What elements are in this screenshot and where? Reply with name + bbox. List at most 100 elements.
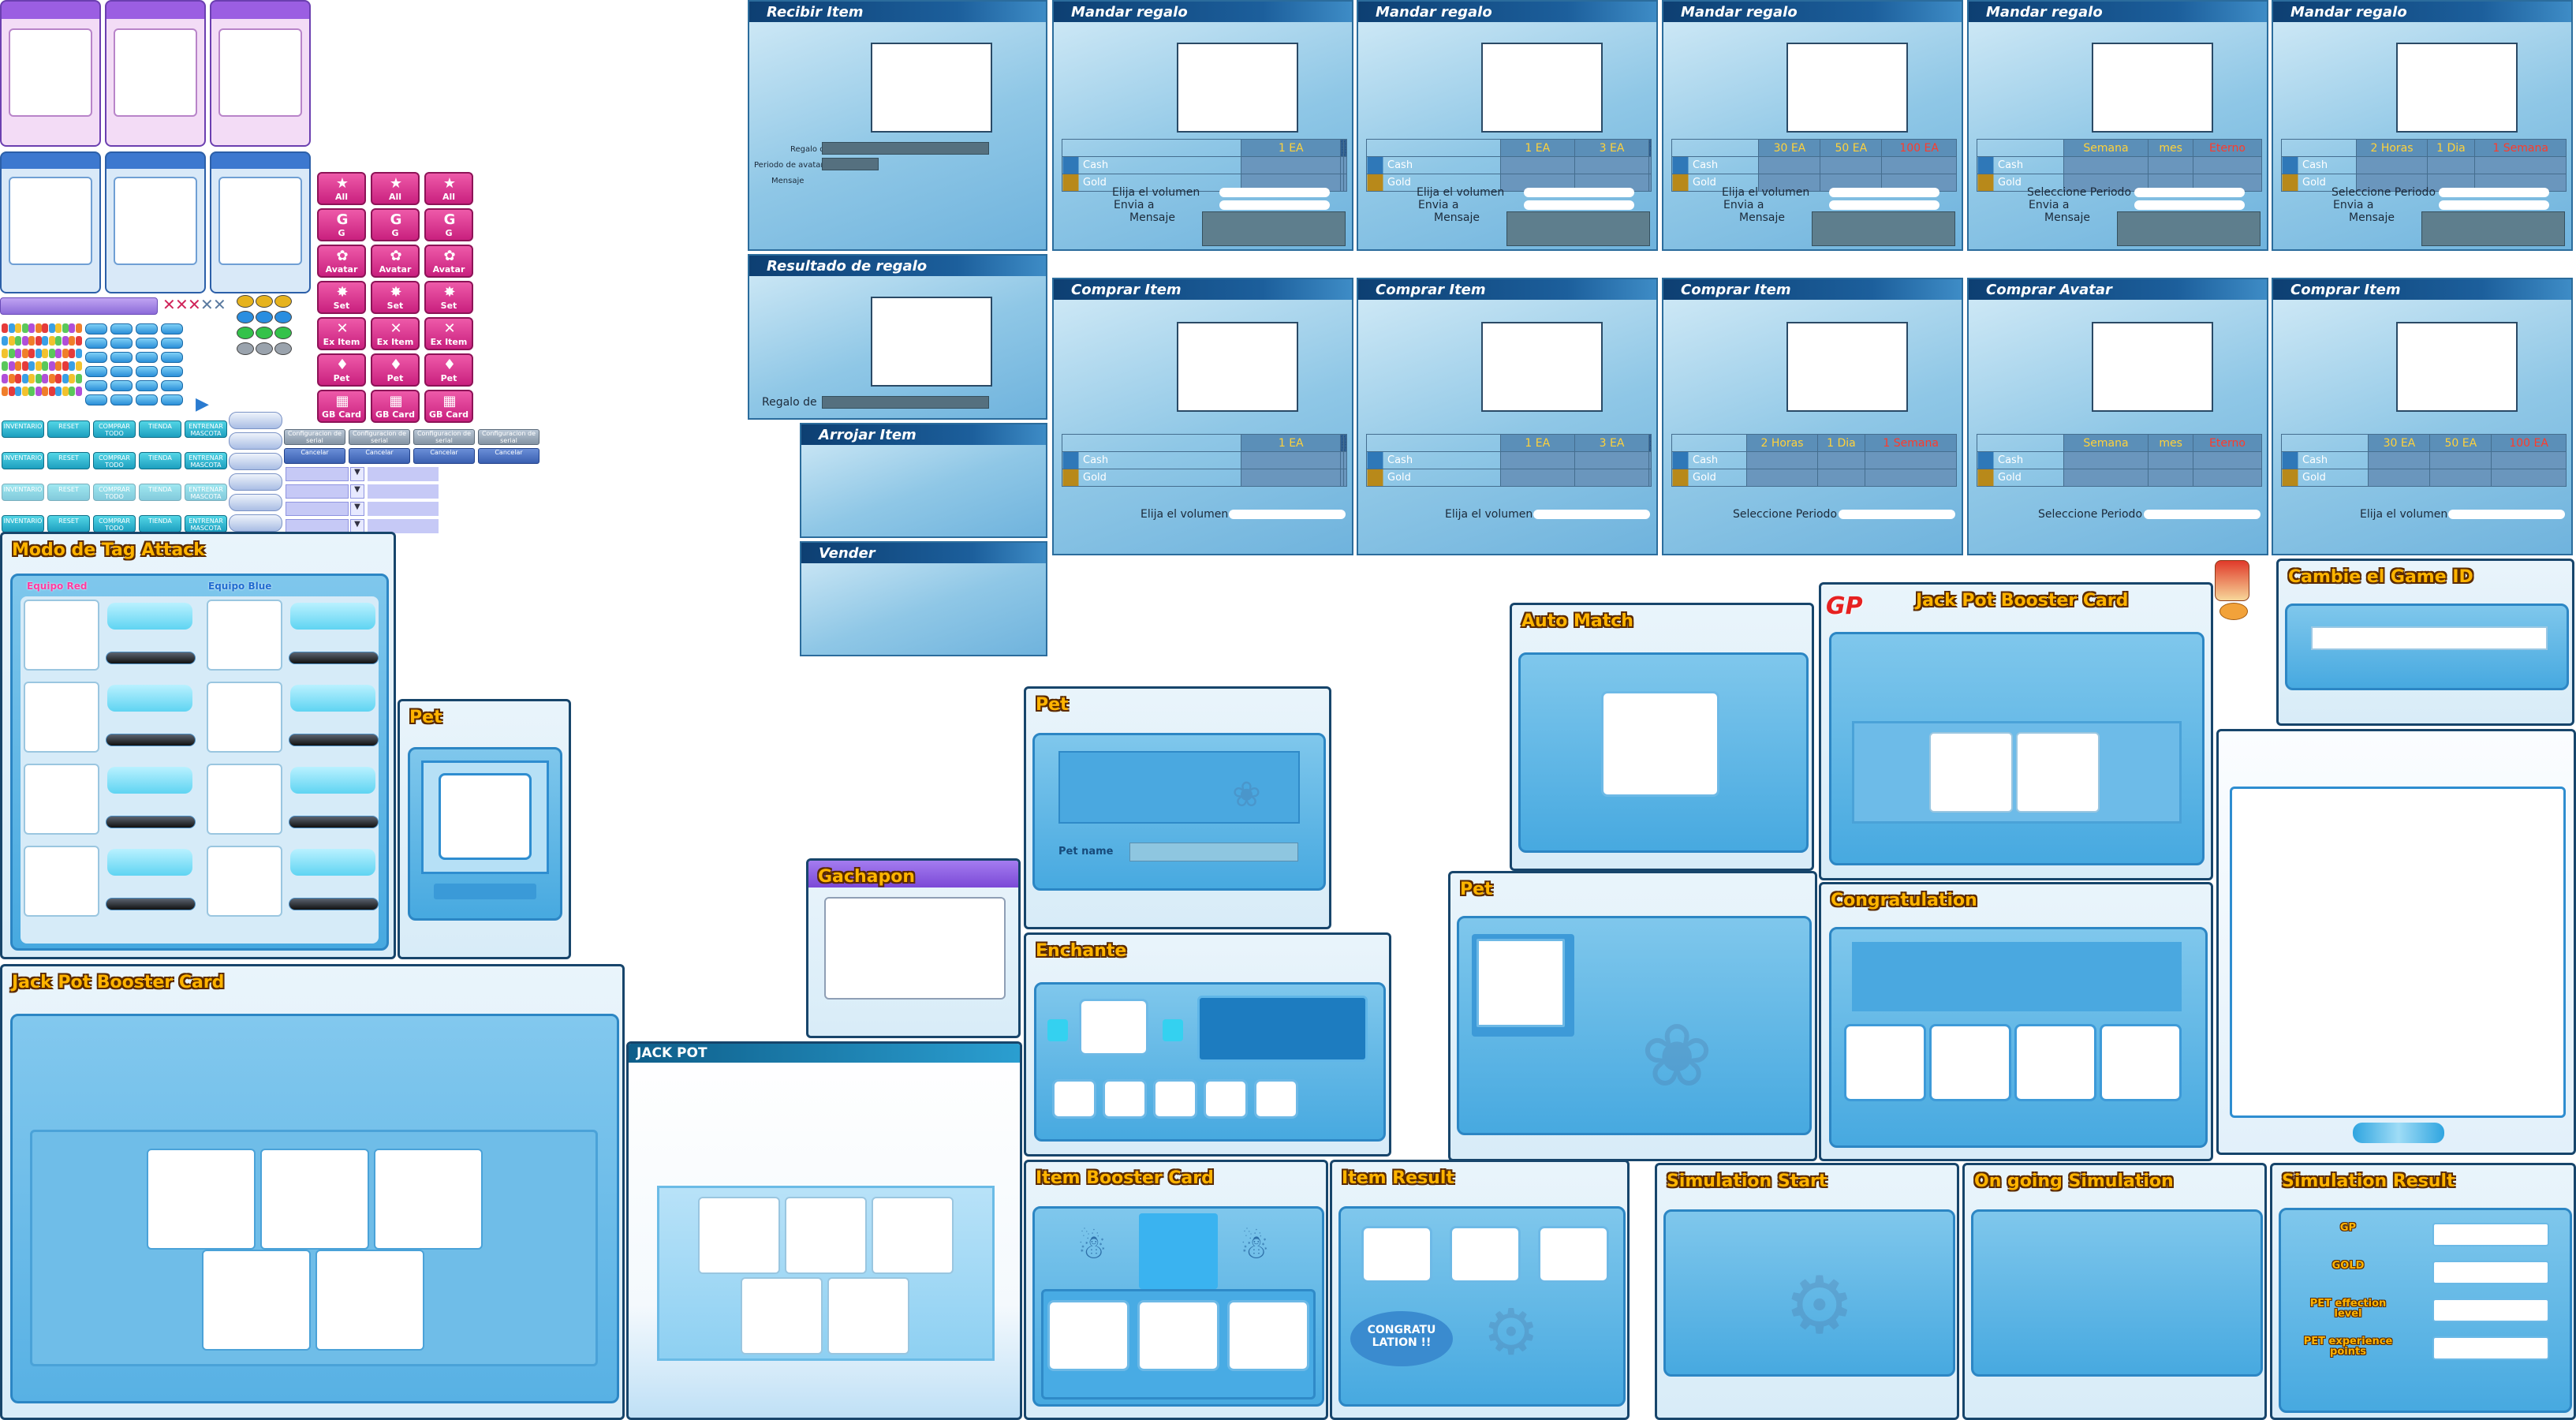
tab-button[interactable]: INVENTARIO <box>2 420 44 438</box>
price-cell[interactable] <box>1343 469 1347 487</box>
period-option[interactable]: 1 Dia <box>2426 139 2476 157</box>
tab-button[interactable]: INVENTARIO <box>2 515 44 532</box>
price-cell[interactable] <box>2474 156 2567 174</box>
period-option[interactable]: 1 EA <box>1241 139 1342 157</box>
tab-button[interactable]: COMPRAR TODO <box>93 452 136 469</box>
period-option[interactable]: 1 EA <box>1499 434 1575 452</box>
toggle-button[interactable] <box>85 323 107 334</box>
tab-button[interactable]: TIENDA <box>139 452 181 469</box>
price-cell[interactable] <box>1241 156 1342 174</box>
price-grid[interactable]: 2 Horas 1 Dia 1 Semana Cash Gold <box>2280 139 2567 192</box>
price-grid[interactable]: 1 EA Cash Gold <box>1061 434 1347 487</box>
filter-button-all[interactable]: ★ All <box>317 172 366 205</box>
booster-card-slot[interactable] <box>315 1250 424 1351</box>
price-cell[interactable] <box>1865 469 1957 487</box>
booster-card-slot[interactable] <box>2016 732 2100 813</box>
price-cell[interactable] <box>2148 469 2194 487</box>
price-cell[interactable] <box>1343 174 1347 192</box>
pet-name-input[interactable] <box>1129 843 1298 861</box>
period-option[interactable]: 3 EA <box>1574 434 1650 452</box>
price-cell[interactable] <box>2193 469 2262 487</box>
dropdown-field[interactable] <box>286 467 349 481</box>
filter-button-g[interactable]: GG <box>424 208 473 241</box>
toggle-button[interactable] <box>136 366 158 377</box>
gray-button[interactable]: Configuracion de serial <box>284 429 345 445</box>
player-slot[interactable] <box>24 600 99 671</box>
jackpot-slot[interactable] <box>872 1197 954 1274</box>
period-option[interactable]: 1 Semana <box>1865 434 1957 452</box>
tab-button[interactable]: INVENTARIO <box>2 484 44 501</box>
price-grid[interactable]: 30 EA 50 EA 100 EA Cash Gold <box>1671 139 1957 192</box>
form-input[interactable] <box>2439 200 2549 210</box>
form-input[interactable] <box>1829 200 1939 210</box>
toggle-button[interactable] <box>161 366 183 377</box>
confirm-button[interactable] <box>2353 1123 2444 1143</box>
filter-button-pet[interactable]: ♦ Pet <box>424 353 473 387</box>
price-cell[interactable] <box>1820 156 1883 174</box>
dropdown-field[interactable] <box>286 502 349 516</box>
player-slot[interactable] <box>207 846 282 917</box>
filter-button-pet[interactable]: ♦ Pet <box>317 353 366 387</box>
jackpot-slot[interactable] <box>827 1277 909 1355</box>
price-cell[interactable] <box>1241 451 1342 469</box>
filter-button-gb-card[interactable]: ▦ GB Card <box>371 390 420 423</box>
period-option[interactable]: 1 Dia <box>1816 434 1866 452</box>
price-cell[interactable] <box>1865 451 1957 469</box>
toggle-button[interactable] <box>85 394 107 405</box>
period-option[interactable] <box>1343 434 1347 452</box>
toggle-button[interactable] <box>161 394 183 405</box>
price-grid[interactable]: 30 EA 50 EA 100 EA Cash Gold <box>2280 434 2567 487</box>
gray-button[interactable]: Cancelar <box>413 448 475 464</box>
price-grid[interactable]: 1 EA 3 EA Cash Gold <box>1366 434 1652 487</box>
filter-button-pet[interactable]: ♦ Pet <box>371 353 420 387</box>
filter-button-set[interactable]: ✸ Set <box>317 281 366 314</box>
price-cell[interactable] <box>2368 451 2431 469</box>
tab-button[interactable]: INVENTARIO <box>2 452 44 469</box>
player-slot[interactable] <box>207 764 282 835</box>
price-cell[interactable] <box>1574 156 1650 174</box>
period-option[interactable]: 100 EA <box>2491 434 2567 452</box>
price-grid[interactable]: 1 EA Cash Gold <box>1061 139 1347 192</box>
price-grid[interactable]: 1 EA 3 EA Cash Gold <box>1366 139 1652 192</box>
filter-button-avatar[interactable]: ✿ Avatar <box>317 245 366 278</box>
toggle-button[interactable] <box>85 366 107 377</box>
message-box[interactable] <box>2421 211 2565 246</box>
price-cell[interactable] <box>2491 451 2567 469</box>
price-cell[interactable] <box>1343 451 1347 469</box>
price-cell[interactable] <box>1758 156 1821 174</box>
form-input[interactable] <box>1839 510 1955 519</box>
price-cell[interactable] <box>1574 451 1650 469</box>
price-cell[interactable] <box>1499 451 1575 469</box>
toggle-button[interactable] <box>85 380 107 391</box>
jackpot-slot[interactable] <box>785 1197 867 1274</box>
toggle-button[interactable] <box>110 366 133 377</box>
price-cell[interactable] <box>2429 451 2492 469</box>
gray-button[interactable]: Cancelar <box>349 448 410 464</box>
period-option[interactable]: Semana <box>2063 139 2149 157</box>
period-option[interactable]: 50 EA <box>2429 434 2492 452</box>
tab-button[interactable]: TIENDA <box>139 420 181 438</box>
gray-button[interactable]: Configuracion de serial <box>349 429 410 445</box>
price-grid[interactable]: Semana mes Eterno Cash Gold <box>1977 434 2262 487</box>
period-option[interactable]: 2 Horas <box>1746 434 1818 452</box>
tab-button[interactable]: RESET <box>47 420 90 438</box>
price-cell[interactable] <box>1746 451 1818 469</box>
booster-card-slot[interactable] <box>260 1149 369 1250</box>
message-box[interactable] <box>2117 211 2261 246</box>
period-option[interactable]: Semana <box>2063 434 2149 452</box>
player-slot[interactable] <box>24 764 99 835</box>
filter-button-all[interactable]: ★ All <box>424 172 473 205</box>
booster-card-slot[interactable] <box>202 1250 311 1351</box>
price-cell[interactable] <box>1816 469 1866 487</box>
period-option[interactable]: 2 Horas <box>2356 139 2428 157</box>
price-grid[interactable]: 2 Horas 1 Dia 1 Semana Cash Gold <box>1671 434 1957 487</box>
toggle-button[interactable] <box>136 323 158 334</box>
period-option[interactable]: 1 Semana <box>2474 139 2567 157</box>
filter-button-ex-item[interactable]: ✕ Ex Item <box>424 317 473 350</box>
booster-slot[interactable] <box>1137 1300 1219 1371</box>
form-input[interactable] <box>2134 200 2245 210</box>
period-option[interactable]: 100 EA <box>1881 139 1957 157</box>
tab-button[interactable]: RESET <box>47 515 90 532</box>
tab-button[interactable]: ENTRENAR MASCOTA <box>185 420 227 438</box>
player-slot[interactable] <box>24 846 99 917</box>
